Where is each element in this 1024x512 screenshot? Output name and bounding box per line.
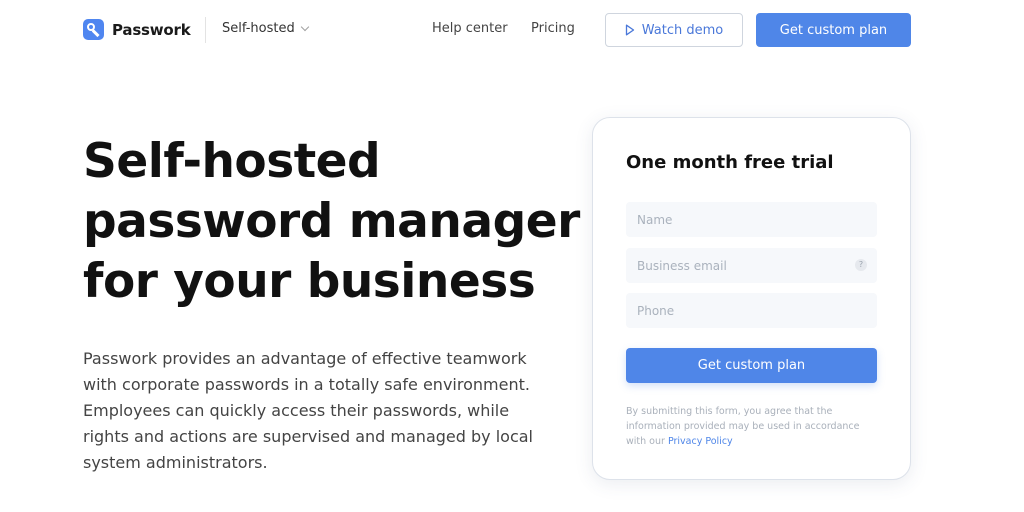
- question-mark-icon[interactable]: ?: [855, 259, 867, 271]
- hero-description: Passwork provides an advantage of effect…: [83, 349, 533, 472]
- get-custom-plan-header-button[interactable]: Get custom plan: [756, 13, 911, 47]
- trial-form-card: One month free trial ? Get custom plan B…: [592, 117, 911, 480]
- privacy-policy-link[interactable]: Privacy Policy: [668, 436, 733, 447]
- hero-title-line-1: Self-hosted: [83, 134, 381, 189]
- hero-title: Self-hosted password manager for your bu…: [83, 132, 583, 312]
- hero-title-line-2: password manager: [83, 194, 580, 249]
- name-field[interactable]: [626, 202, 877, 237]
- phone-field[interactable]: [626, 293, 877, 328]
- top-nav: Passwork Self-hosted Help center Pricing…: [0, 0, 1024, 60]
- brand-logo[interactable]: Passwork: [83, 19, 191, 40]
- get-custom-plan-submit-button[interactable]: Get custom plan: [626, 348, 877, 383]
- product-selector-label: Self-hosted: [222, 21, 295, 36]
- chevron-down-icon: [300, 22, 309, 32]
- trial-form-title: One month free trial: [626, 152, 834, 173]
- hero-title-line-3: for your business: [83, 254, 536, 309]
- nav-pricing[interactable]: Pricing: [531, 21, 575, 36]
- play-icon: [625, 24, 634, 36]
- header-divider: [205, 17, 206, 43]
- key-icon: [83, 19, 104, 40]
- form-disclaimer: By submitting this form, you agree that …: [626, 404, 866, 449]
- business-email-field[interactable]: [626, 248, 877, 283]
- disclaimer-text: By submitting this form, you agree that …: [626, 406, 860, 447]
- brand-name: Passwork: [112, 20, 191, 39]
- watch-demo-button[interactable]: Watch demo: [605, 13, 743, 47]
- nav-help-center[interactable]: Help center: [432, 21, 508, 36]
- watch-demo-label: Watch demo: [641, 22, 724, 38]
- product-selector[interactable]: Self-hosted: [222, 21, 309, 36]
